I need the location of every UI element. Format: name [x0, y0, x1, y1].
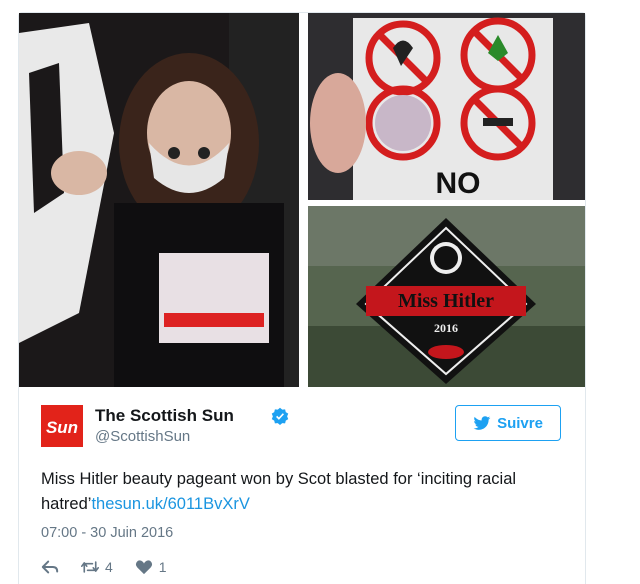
- like-button[interactable]: 1: [135, 559, 167, 575]
- photo-miss-hitler-logo[interactable]: Miss Hitler 2016: [308, 206, 585, 387]
- retweet-icon: [81, 561, 99, 573]
- like-count: 1: [158, 559, 167, 575]
- sticker-no-text: NO: [436, 167, 481, 200]
- sun-logo-icon: Sun: [41, 405, 83, 447]
- bird-icon: [473, 415, 491, 430]
- author-handle[interactable]: @ScottishSun: [95, 428, 190, 445]
- photo-woman-illustration: [19, 13, 299, 387]
- tweet-text: Miss Hitler beauty pageant won by Scot b…: [41, 467, 571, 517]
- heart-icon: [135, 560, 152, 575]
- photo-logo-illustration: Miss Hitler 2016: [308, 206, 585, 387]
- follow-label: Suivre: [497, 414, 543, 432]
- photo-woman-skull-mask[interactable]: [19, 13, 299, 387]
- verified-badge-icon: [271, 407, 289, 425]
- photo-no-symbols-sticker[interactable]: NO: [308, 13, 585, 200]
- logo-text: Sun: [46, 418, 78, 437]
- photo-sticker-illustration: NO: [308, 13, 585, 200]
- logo-title-text: Miss Hitler: [398, 290, 494, 312]
- retweet-button[interactable]: 4: [81, 559, 113, 575]
- reply-icon: [41, 560, 59, 574]
- follow-button[interactable]: Suivre: [455, 405, 561, 441]
- tweet-card: NO Miss Hitler 2016 Sun The Scottish Sun…: [18, 12, 586, 584]
- tweet-timestamp[interactable]: 07:00 - 30 Juin 2016: [41, 525, 173, 541]
- reply-button[interactable]: [41, 559, 59, 575]
- retweet-count: 4: [105, 559, 113, 575]
- author-name[interactable]: The Scottish Sun: [95, 406, 234, 426]
- tweet-actions: 4 1: [41, 557, 189, 577]
- tweet-media-grid: NO Miss Hitler 2016: [19, 13, 585, 387]
- tweet-link[interactable]: thesun.uk/6011BvXrV: [91, 495, 249, 513]
- logo-year-text: 2016: [434, 321, 458, 335]
- avatar[interactable]: Sun: [41, 405, 83, 447]
